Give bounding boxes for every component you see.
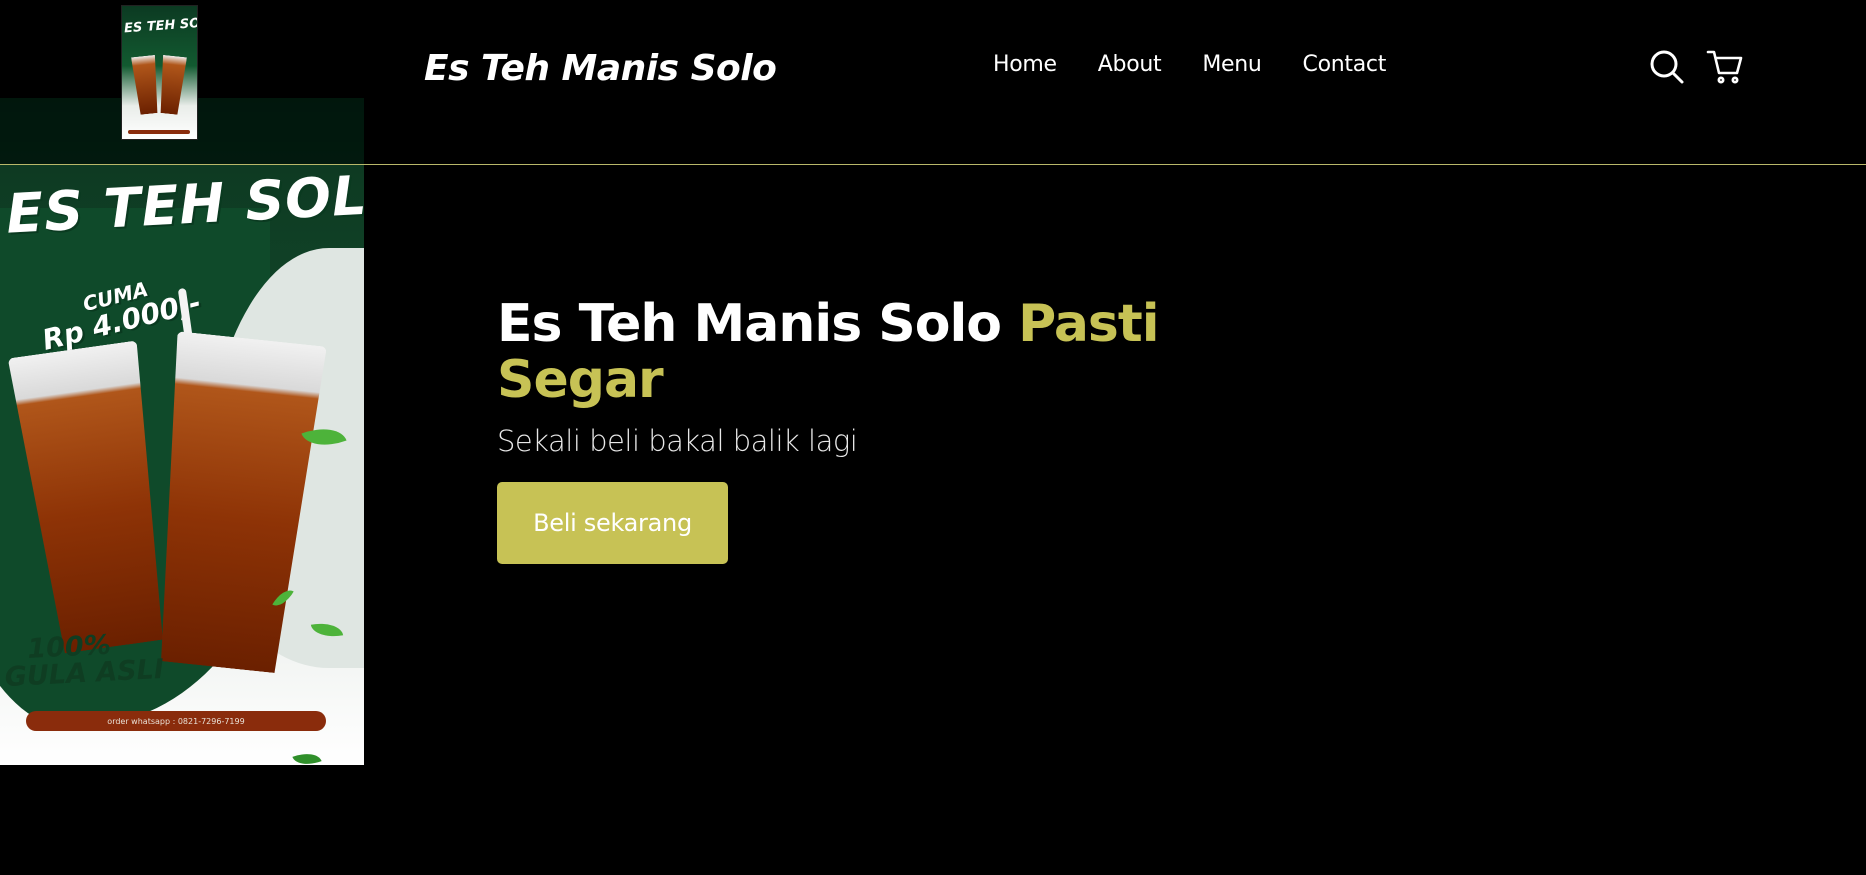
- header-icons: [1648, 48, 1744, 86]
- poster-order-bar: order whatsapp : 0821-7296-7199: [26, 711, 326, 731]
- logo-thumbnail[interactable]: ES TEH SOLO: [121, 5, 198, 140]
- search-icon[interactable]: [1648, 48, 1686, 86]
- hero-subtitle: Sekali beli bakal balik lagi: [497, 424, 858, 458]
- logo-thumbnail-title: ES TEH SOLO: [123, 14, 198, 37]
- cart-icon[interactable]: [1706, 48, 1744, 86]
- poster-claim-line2: GULA ASLI: [4, 653, 165, 694]
- nav-menu[interactable]: Menu: [1202, 52, 1262, 77]
- poster-title: ES TEH SOLO: [4, 161, 364, 246]
- hero-title-main: Es Teh Manis Solo: [497, 294, 1002, 354]
- thumbnail-glass: [157, 55, 187, 115]
- thumbnail-glass: [131, 55, 161, 115]
- leaf-icon: [292, 747, 322, 765]
- nav-about[interactable]: About: [1098, 52, 1162, 77]
- main-nav: Home About Menu Contact: [993, 52, 1386, 77]
- hero-title: Es Teh Manis Solo Pasti Segar: [497, 296, 1197, 408]
- nav-home[interactable]: Home: [993, 52, 1057, 77]
- hero-poster-image: ES TEH SOLO CUMA Rp 4.000,- 100% GULA AS…: [0, 98, 364, 765]
- brand-name[interactable]: Es Teh Manis Solo: [424, 48, 777, 89]
- buy-now-button[interactable]: Beli sekarang: [497, 482, 728, 564]
- thumbnail-order-bar: [128, 130, 190, 134]
- poster-claim: 100% GULA ASLI: [3, 629, 165, 694]
- site-header: ES TEH SOLO Es Teh Manis Solo Home About…: [0, 0, 1866, 164]
- header-divider: [0, 164, 1866, 165]
- nav-contact[interactable]: Contact: [1303, 52, 1387, 77]
